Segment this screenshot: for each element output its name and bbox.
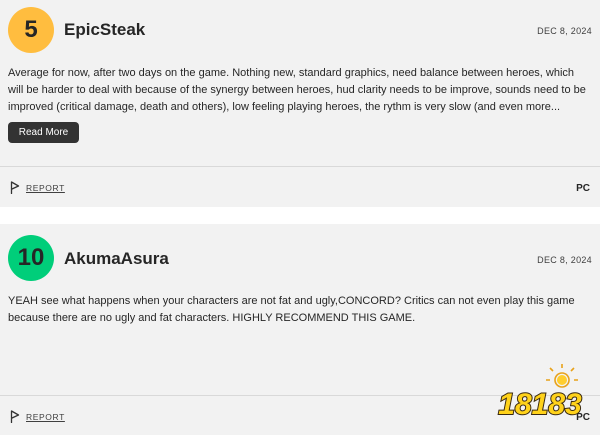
report-label: REPORT xyxy=(26,182,65,193)
review-card: 5 EpicSteak DEC 8, 2024 Average for now,… xyxy=(0,0,600,207)
site-logo-watermark: 18183 xyxy=(497,364,583,422)
review-date: DEC 8, 2024 xyxy=(537,255,592,265)
review-text: Average for now, after two days on the g… xyxy=(8,67,586,113)
review-text: YEAH see what happens when your characte… xyxy=(8,295,575,324)
divider xyxy=(0,166,600,167)
reviewer-username[interactable]: EpicSteak xyxy=(64,20,145,40)
svg-text:18183: 18183 xyxy=(498,388,582,421)
score-badge: 5 xyxy=(8,7,54,53)
report-link[interactable]: REPORT xyxy=(10,410,65,423)
flag-icon xyxy=(10,410,20,423)
report-link[interactable]: REPORT xyxy=(10,181,65,194)
report-label: REPORT xyxy=(26,411,65,422)
read-more-button[interactable]: Read More xyxy=(8,122,79,143)
reviewer-username[interactable]: AkumaAsura xyxy=(64,249,169,269)
reviews-page: 5 EpicSteak DEC 8, 2024 Average for now,… xyxy=(0,0,600,435)
flag-icon xyxy=(10,181,20,194)
score-badge: 10 xyxy=(8,235,54,281)
platform-label: PC xyxy=(576,183,590,194)
review-date: DEC 8, 2024 xyxy=(537,26,592,36)
